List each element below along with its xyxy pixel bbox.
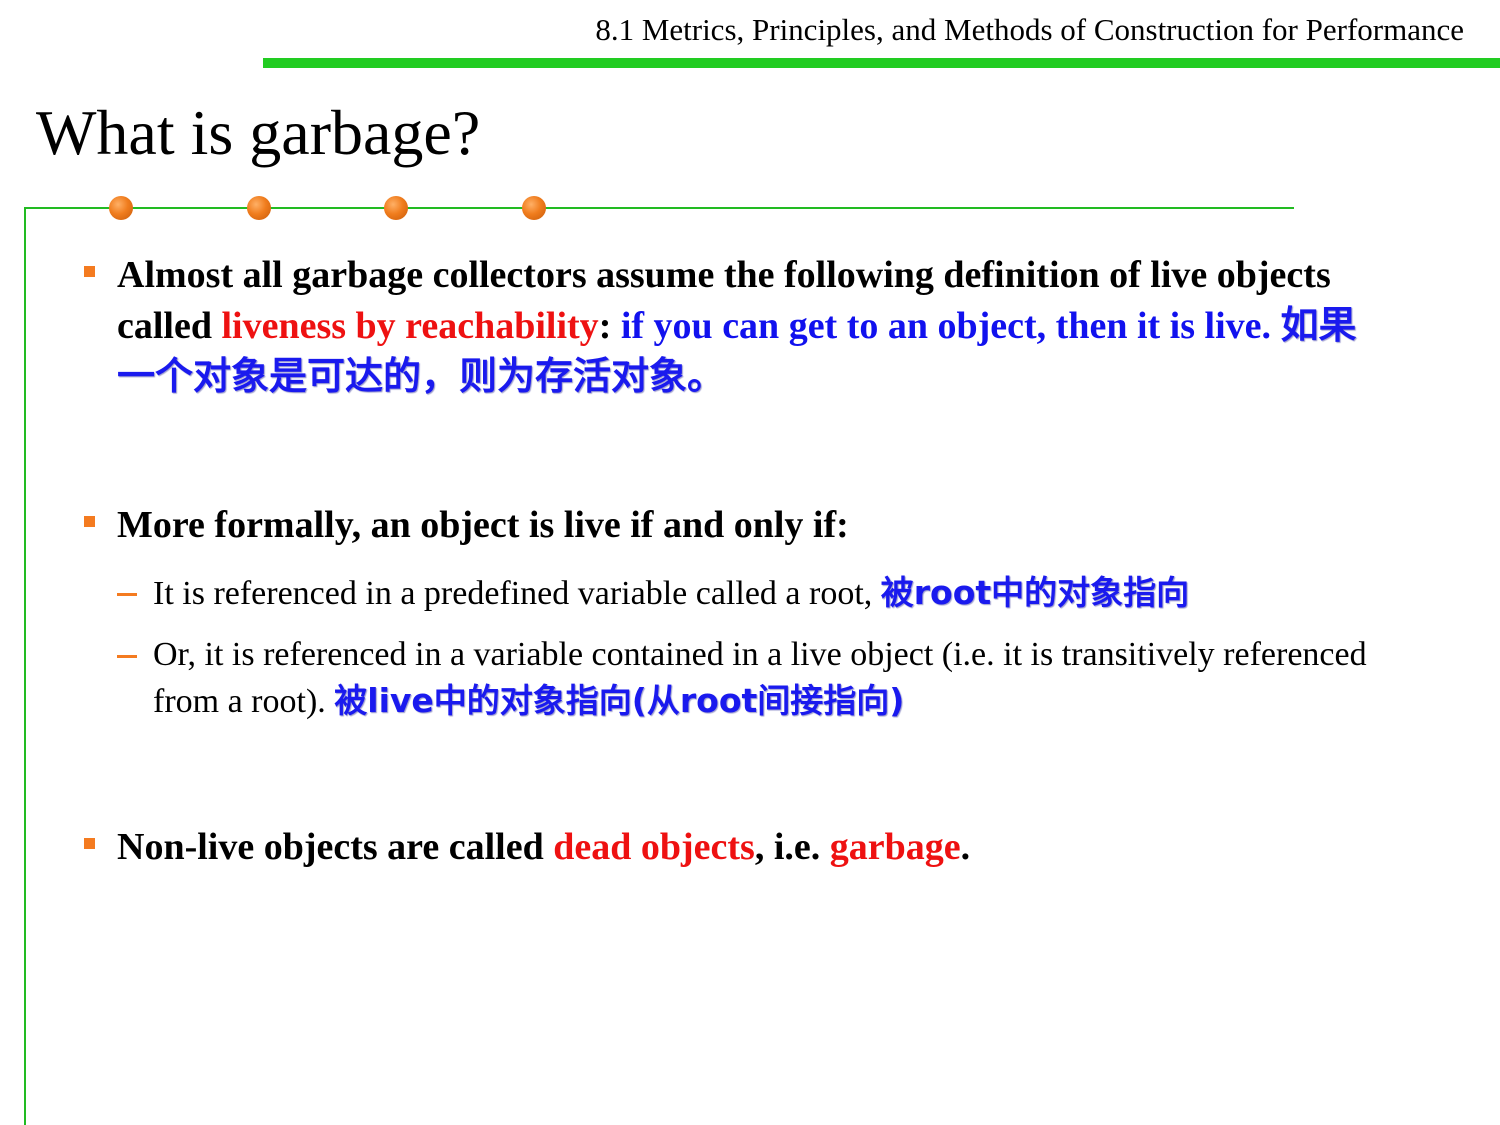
bullet-3-text: Non-live objects are called: [117, 826, 554, 868]
section-header: 8.1 Metrics, Principles, and Methods of …: [595, 12, 1464, 47]
decorative-dot-4: [522, 196, 546, 220]
sub-marker-2: [117, 655, 137, 658]
bullet-3: Non-live objects are called dead objects…: [117, 822, 1387, 872]
decorative-dot-1: [109, 196, 133, 220]
bullet-2-text: More formally, an object is live if and …: [117, 504, 849, 546]
bullet-1-space: [1271, 305, 1281, 347]
bullet-marker-2: [84, 516, 95, 527]
garbage-term: garbage: [829, 826, 961, 868]
page-title: What is garbage?: [36, 97, 481, 168]
bullet-1-colon: :: [598, 305, 621, 347]
frame-top-line: [24, 207, 1294, 209]
bullet-3-period: .: [960, 826, 971, 868]
dead-objects-term: dead objects: [553, 826, 755, 868]
bullet-2: More formally, an object is live if and …: [117, 500, 1387, 550]
decorative-dot-2: [247, 196, 271, 220]
liveness-definition: if you can get to an object, then it is …: [620, 305, 1271, 347]
decorative-dot-3: [384, 196, 408, 220]
sub-bullet-2-cn: 被live中的对象指向(从root间接指向): [334, 681, 905, 720]
sub-marker-1: [117, 593, 137, 596]
sub-bullet-2: Or, it is referenced in a variable conta…: [153, 632, 1383, 725]
sub-bullet-1-text: It is referenced in a predefined variabl…: [153, 575, 881, 612]
header-rule: [263, 58, 1500, 68]
liveness-term: liveness by reachability: [221, 305, 599, 347]
frame-left-line: [24, 207, 26, 1125]
bullet-marker-1: [84, 266, 95, 277]
bullet-1: Almost all garbage collectors assume the…: [117, 250, 1387, 402]
bullet-3-ie: , i.e.: [754, 826, 830, 868]
bullet-marker-3: [84, 838, 95, 849]
sub-bullet-1-cn: 被root中的对象指向: [880, 573, 1190, 612]
sub-bullet-1: It is referenced in a predefined variabl…: [153, 570, 1383, 617]
